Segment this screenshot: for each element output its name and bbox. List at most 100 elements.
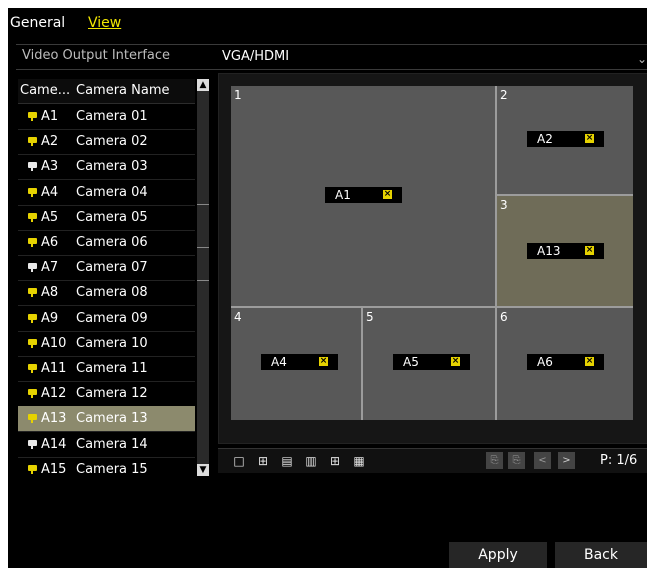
camera-icon xyxy=(28,137,37,147)
close-icon[interactable]: × xyxy=(319,357,328,366)
back-button[interactable]: Back xyxy=(555,542,647,568)
camera-list: Came... Camera Name A1 Camera 01 A2 Camera … xyxy=(18,79,195,476)
scroll-down-icon[interactable]: ▼ xyxy=(197,464,209,476)
camera-icon xyxy=(28,389,37,399)
layout-1plus7-icon[interactable]: ▥ xyxy=(304,454,318,468)
scroll-tick xyxy=(197,280,209,281)
camera-name: Camera 07 xyxy=(76,260,148,276)
camera-number: A2 xyxy=(41,134,59,150)
camera-row[interactable]: A8 Camera 08 xyxy=(18,280,195,307)
close-icon[interactable]: × xyxy=(585,246,594,255)
close-icon[interactable]: × xyxy=(585,134,594,143)
camera-icon xyxy=(28,364,37,373)
tab-bar: General View xyxy=(8,8,647,38)
camera-row[interactable]: A13 Camera 13 xyxy=(18,406,195,433)
camera-icon xyxy=(28,439,37,449)
camera-list-header: Came... Camera Name xyxy=(18,79,195,104)
window-camera-label: A4 xyxy=(271,355,287,369)
layout-1plus5-icon[interactable]: ▤ xyxy=(280,454,294,468)
tab-general[interactable]: General xyxy=(10,14,65,32)
layout-4x4-icon[interactable]: ▦ xyxy=(352,454,366,468)
next-page-button[interactable]: > xyxy=(558,452,575,469)
camera-number: A6 xyxy=(41,235,59,250)
preview-window[interactable]: 5 A5 × xyxy=(363,308,495,420)
apply-button[interactable]: Apply xyxy=(449,542,547,568)
camera-number: A10 xyxy=(41,335,67,351)
layout-1x1-icon[interactable]: □ xyxy=(232,454,246,468)
camera-row[interactable]: A4 Camera 04 xyxy=(18,180,195,206)
window-number: 3 xyxy=(500,198,508,212)
camera-row[interactable]: A2 Camera 02 xyxy=(18,129,195,156)
chevron-down-icon: ⌄ xyxy=(636,52,647,66)
prev-page-button[interactable]: < xyxy=(534,452,551,469)
window-camera-tag: A5 × xyxy=(393,354,470,370)
camera-icon xyxy=(28,263,37,273)
settings-panel: General View Video Output Interface VGA/… xyxy=(8,8,647,568)
layout-2x2-icon[interactable]: ⊞ xyxy=(256,454,270,468)
camera-row[interactable]: A3 Camera 03 xyxy=(18,154,195,181)
window-number: 4 xyxy=(234,310,242,324)
camera-row[interactable]: A11 Camera 11 xyxy=(18,356,195,382)
camera-number: A14 xyxy=(41,436,67,452)
camera-icon xyxy=(28,238,37,247)
camera-row[interactable]: A1 Camera 01 xyxy=(18,104,195,130)
preview-window[interactable]: 4 A4 × xyxy=(231,308,361,420)
camera-name: Camera 15 xyxy=(76,461,148,476)
video-output-row: Video Output Interface VGA/HDMI ⌄ xyxy=(16,44,647,70)
camera-number: A15 xyxy=(41,461,67,476)
camera-name: Camera 08 xyxy=(76,285,148,301)
camera-name: Camera 13 xyxy=(76,411,148,427)
camera-list-scrollbar[interactable]: ▲ ▼ xyxy=(197,79,209,476)
close-icon[interactable]: × xyxy=(451,357,460,366)
scroll-up-icon[interactable]: ▲ xyxy=(197,79,209,91)
video-output-value: VGA/HDMI xyxy=(222,49,290,64)
camera-icon xyxy=(28,313,37,323)
camera-icon xyxy=(28,288,37,298)
window-number: 1 xyxy=(234,88,242,102)
window-camera-label: A6 xyxy=(537,355,553,369)
preview-window[interactable]: 3 A13 × xyxy=(497,196,633,306)
preview-window[interactable]: 6 A6 × xyxy=(497,308,633,420)
camera-number: A1 xyxy=(41,109,59,124)
layout-3x3-icon[interactable]: ⊞ xyxy=(328,454,342,468)
column-camera-no[interactable]: Came... xyxy=(20,79,70,103)
camera-row[interactable]: A9 Camera 09 xyxy=(18,306,195,332)
camera-row[interactable]: A6 Camera 06 xyxy=(18,230,195,256)
close-icon[interactable]: × xyxy=(585,357,594,366)
camera-name: Camera 02 xyxy=(76,134,148,150)
camera-row[interactable]: A10 Camera 10 xyxy=(18,331,195,357)
close-icon[interactable]: × xyxy=(383,190,392,199)
window-camera-tag: A1 × xyxy=(325,187,402,203)
camera-row[interactable]: A14 Camera 14 xyxy=(18,432,195,458)
camera-icon xyxy=(28,187,37,197)
camera-row[interactable]: A15 Camera 15 xyxy=(18,457,195,476)
column-camera-name[interactable]: Camera Name xyxy=(76,79,170,103)
scroll-tick xyxy=(197,204,209,205)
clear-window-icon[interactable]: ⎘ xyxy=(508,452,525,469)
window-camera-label: A5 xyxy=(403,355,419,369)
camera-name: Camera 06 xyxy=(76,235,148,250)
camera-row[interactable]: A12 Camera 12 xyxy=(18,381,195,408)
camera-icon xyxy=(28,338,37,348)
camera-number: A5 xyxy=(41,209,59,225)
camera-row[interactable]: A7 Camera 07 xyxy=(18,255,195,282)
camera-number: A7 xyxy=(41,260,59,276)
camera-name: Camera 03 xyxy=(76,159,148,175)
video-output-label: Video Output Interface xyxy=(22,48,171,63)
tab-view[interactable]: View xyxy=(88,14,121,32)
camera-number: A3 xyxy=(41,159,59,175)
window-grid: 1 A1 × 2 A2 × 3 A13 × 4 A4 × 5 A5 × 6 A6 × xyxy=(231,86,633,420)
preview-window[interactable]: 2 A2 × xyxy=(497,86,633,194)
layout-preview: 1 A1 × 2 A2 × 3 A13 × 4 A4 × 5 A5 × 6 A6 × xyxy=(218,73,647,444)
camera-icon xyxy=(28,112,37,121)
copy-window-icon[interactable]: ⎘ xyxy=(486,452,503,469)
window-camera-tag: A2 × xyxy=(527,131,604,147)
camera-row[interactable]: A5 Camera 05 xyxy=(18,205,195,231)
camera-number: A9 xyxy=(41,310,59,326)
camera-name: Camera 04 xyxy=(76,184,148,200)
scroll-tick xyxy=(197,247,209,248)
preview-window[interactable]: 1 A1 × xyxy=(231,86,495,306)
camera-name: Camera 01 xyxy=(76,109,148,124)
video-output-select[interactable]: VGA/HDMI ⌄ xyxy=(218,45,647,69)
camera-number: A13 xyxy=(41,411,67,427)
